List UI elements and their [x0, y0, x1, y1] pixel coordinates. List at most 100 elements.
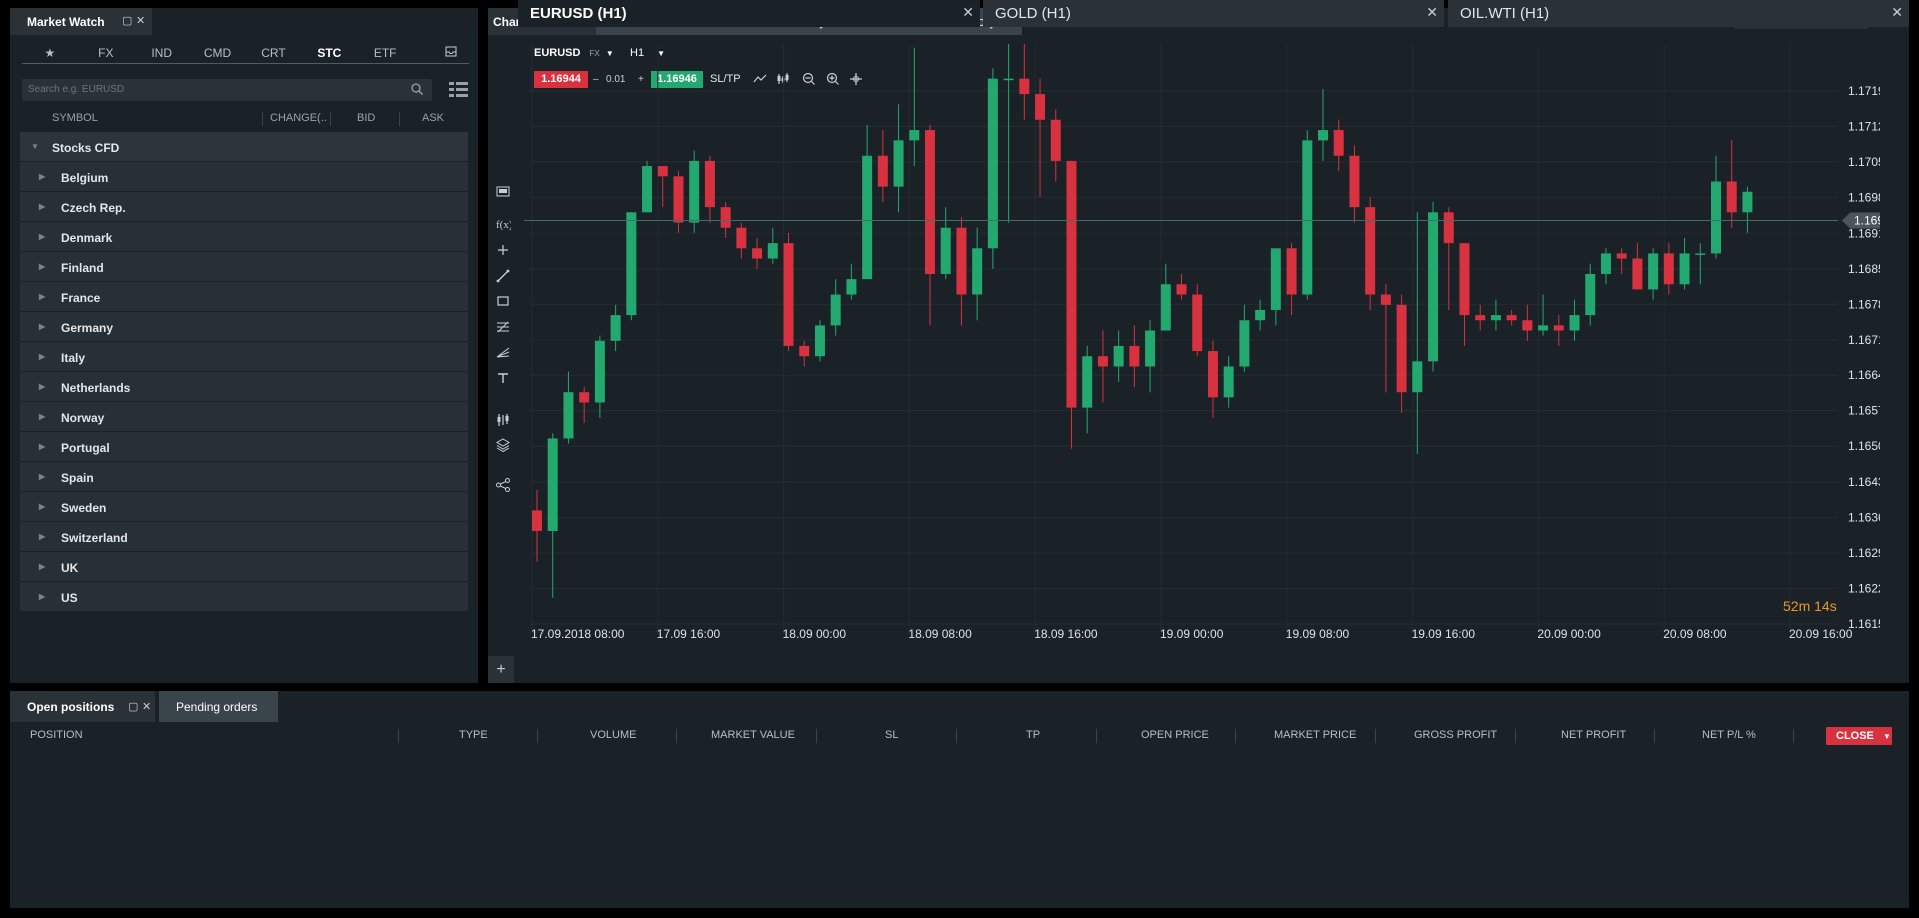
- candle-body: [1286, 248, 1297, 295]
- pitchfork-icon[interactable]: [495, 344, 511, 360]
- text-tool-icon[interactable]: [495, 370, 511, 386]
- panel-icon[interactable]: [495, 184, 511, 200]
- column-symbol[interactable]: SYMBOL: [52, 112, 98, 124]
- search-input[interactable]: Search e.g. EURUSD: [22, 79, 432, 101]
- tab-cmd[interactable]: CMD: [190, 44, 246, 63]
- tab-ind[interactable]: IND: [134, 44, 190, 63]
- country-row[interactable]: ▶ Netherlands: [20, 372, 468, 402]
- column-change[interactable]: CHANGE(..: [270, 112, 327, 124]
- candle-body: [1569, 315, 1580, 331]
- chart-tab-eurusd[interactable]: EURUSD (H1) ✕: [518, 0, 980, 27]
- x-tick-label: 19.09 08:00: [1286, 627, 1350, 641]
- candle-body: [1082, 356, 1093, 408]
- country-row[interactable]: ▶ Portugal: [20, 432, 468, 462]
- column-gross-profit[interactable]: GROSS PROFIT: [1414, 729, 1497, 741]
- country-label: Netherlands: [61, 381, 131, 395]
- inbox-icon[interactable]: [413, 44, 469, 63]
- candle-body: [563, 392, 574, 439]
- close-positions-button[interactable]: CLOSE ▼: [1826, 727, 1892, 745]
- candle-body: [1129, 345, 1140, 367]
- current-price-label: 1.16944: [1854, 214, 1880, 228]
- chart-tab-gold[interactable]: GOLD (H1) ✕: [983, 0, 1444, 27]
- candle-body: [626, 212, 637, 316]
- column-market-value[interactable]: MARKET VALUE: [711, 729, 795, 741]
- y-tick-label: 1.17058: [1848, 155, 1880, 169]
- fibonacci-icon[interactable]: [495, 319, 511, 335]
- trendline-icon[interactable]: [495, 268, 511, 284]
- column-sl[interactable]: SL: [885, 729, 898, 741]
- close-icon[interactable]: ✕: [962, 4, 974, 21]
- maximize-icon[interactable]: ▢: [122, 14, 132, 27]
- tab-stc[interactable]: STC: [301, 44, 357, 63]
- y-tick-label: 1.16574: [1848, 404, 1880, 418]
- chart-tab-label: EURUSD (H1): [530, 5, 627, 22]
- column-type[interactable]: TYPE: [459, 729, 488, 741]
- close-icon[interactable]: ✕: [136, 14, 145, 27]
- country-row[interactable]: ▶ US: [20, 582, 468, 612]
- country-row[interactable]: ▶ Denmark: [20, 222, 468, 252]
- candle-body: [1035, 94, 1046, 120]
- function-icon[interactable]: f(x): [495, 216, 511, 232]
- candle-body: [909, 130, 920, 141]
- candle-body: [972, 248, 983, 295]
- column-market-price[interactable]: MARKET PRICE: [1274, 729, 1356, 741]
- collapsed-caret-icon: ▶: [39, 322, 46, 331]
- column-position[interactable]: POSITION: [30, 729, 83, 741]
- column-open-price[interactable]: OPEN PRICE: [1141, 729, 1209, 741]
- tab-pending-orders[interactable]: Pending orders: [159, 691, 278, 722]
- column-volume[interactable]: VOLUME: [590, 729, 636, 741]
- country-row[interactable]: ▶ Germany: [20, 312, 468, 342]
- column-tp[interactable]: TP: [1026, 729, 1040, 741]
- y-tick-label: 1.16159: [1848, 617, 1880, 631]
- country-row[interactable]: ▶ France: [20, 282, 468, 312]
- candle-body: [814, 325, 825, 357]
- column-bid[interactable]: BID: [357, 112, 375, 124]
- y-tick-label: 1.16435: [1848, 475, 1880, 489]
- layers-icon[interactable]: [495, 437, 511, 453]
- tab-etf[interactable]: ETF: [357, 44, 413, 63]
- tab-crt[interactable]: CRT: [246, 44, 302, 63]
- column-ask[interactable]: ASK: [422, 112, 444, 124]
- country-row[interactable]: ▶ Italy: [20, 342, 468, 372]
- candle-body: [1270, 248, 1281, 310]
- country-row[interactable]: ▶ Switzerland: [20, 522, 468, 552]
- positions-panel: [10, 691, 1909, 908]
- close-icon[interactable]: ✕: [142, 700, 151, 713]
- x-tick-label: 19.09 00:00: [1160, 627, 1224, 641]
- indicators-icon[interactable]: [495, 412, 511, 428]
- close-icon[interactable]: ✕: [1426, 4, 1438, 21]
- collapsed-caret-icon: ▶: [39, 232, 46, 241]
- tab-fx[interactable]: FX: [78, 44, 134, 63]
- grid-view-icon[interactable]: [449, 82, 468, 102]
- chart-tab-oil[interactable]: OIL.WTI (H1) ✕: [1448, 0, 1909, 27]
- country-row[interactable]: ▶ UK: [20, 552, 468, 582]
- country-row[interactable]: ▶ Spain: [20, 462, 468, 492]
- country-row[interactable]: ▶ Norway: [20, 402, 468, 432]
- tab-open-positions[interactable]: Open positions ▢ ✕: [10, 691, 155, 722]
- x-tick-label: 20.09 00:00: [1537, 627, 1601, 641]
- country-row[interactable]: ▶ Finland: [20, 252, 468, 282]
- price-chart[interactable]: 1.171961.171271.170581.169891.169191.168…: [520, 44, 1880, 656]
- market-watch-tab[interactable]: Market Watch ▢ ✕: [10, 8, 152, 35]
- collapsed-caret-icon: ▶: [39, 382, 46, 391]
- country-label: Denmark: [61, 231, 113, 245]
- crosshair-tool-icon[interactable]: [495, 242, 511, 258]
- country-row[interactable]: ▶ Sweden: [20, 492, 468, 522]
- y-tick-label: 1.16643: [1848, 368, 1880, 382]
- column-net-profit[interactable]: NET PROFIT: [1561, 729, 1626, 741]
- close-icon[interactable]: ✕: [1891, 4, 1903, 21]
- add-chart-button[interactable]: +: [488, 656, 514, 683]
- country-row[interactable]: ▶ Czech Rep.: [20, 192, 468, 222]
- country-label: Norway: [61, 411, 105, 425]
- candle-body: [1475, 315, 1486, 321]
- candle-body: [925, 130, 935, 274]
- country-row[interactable]: ▶ Belgium: [20, 162, 468, 192]
- search-icon[interactable]: [410, 82, 424, 101]
- group-stocks-cfd[interactable]: ▼ Stocks CFD: [20, 132, 468, 162]
- rectangle-icon[interactable]: [495, 293, 511, 309]
- tab-favorites[interactable]: ★: [22, 44, 78, 63]
- column-net-pl-percent[interactable]: NET P/L %: [1702, 729, 1756, 741]
- maximize-icon[interactable]: ▢: [128, 700, 138, 713]
- share-icon[interactable]: [495, 477, 511, 493]
- candle-body: [1506, 315, 1517, 321]
